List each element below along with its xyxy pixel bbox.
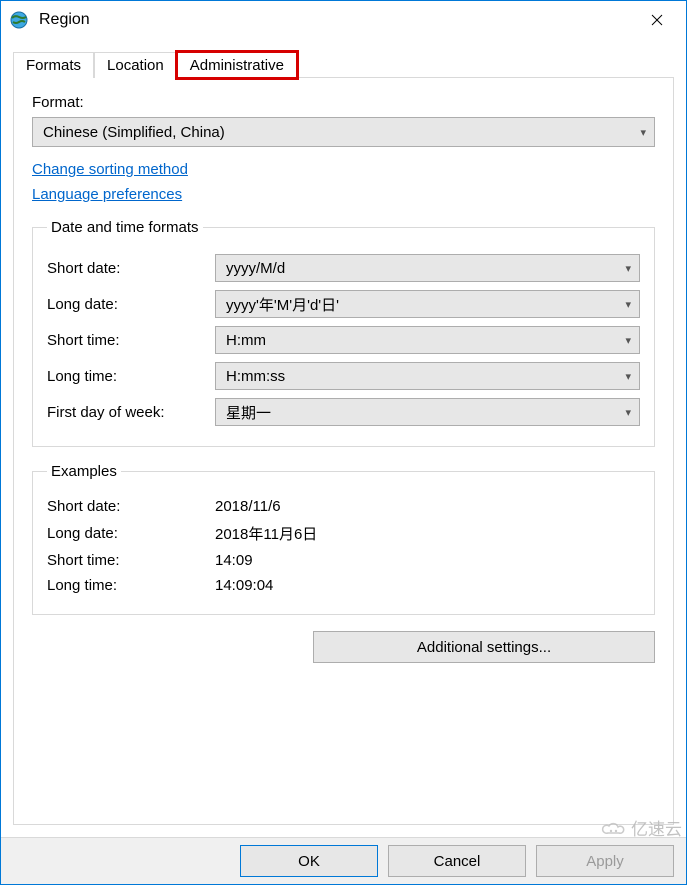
date-time-formats-group: Date and time formats Short date: yyyy/M…: [32, 219, 655, 447]
ok-button[interactable]: OK: [240, 845, 378, 877]
example-long-date-value: 2018年11月6日: [215, 523, 640, 544]
tab-bar: Formats Location Administrative: [13, 47, 674, 77]
example-short-time-value: 14:09: [215, 552, 640, 569]
short-date-value: yyyy/M/d: [226, 260, 285, 277]
tab-formats[interactable]: Formats: [13, 52, 94, 78]
chevron-down-icon: ▾: [625, 406, 631, 419]
globe-icon: [9, 10, 29, 30]
tab-location[interactable]: Location: [94, 52, 177, 78]
dialog-footer: OK Cancel Apply: [1, 837, 686, 884]
dialog-body: Formats Location Administrative Format: …: [1, 39, 686, 837]
example-short-date-label: Short date:: [47, 498, 215, 515]
chevron-down-icon: ▾: [625, 298, 631, 311]
examples-legend: Examples: [47, 463, 121, 480]
examples-group: Examples Short date: 2018/11/6 Long date…: [32, 463, 655, 615]
format-dropdown[interactable]: Chinese (Simplified, China) ▾: [32, 117, 655, 147]
format-dropdown-value: Chinese (Simplified, China): [43, 124, 225, 141]
long-time-value: H:mm:ss: [226, 368, 285, 385]
short-time-label: Short time:: [47, 332, 215, 349]
example-short-time-label: Short time:: [47, 552, 215, 569]
apply-button[interactable]: Apply: [536, 845, 674, 877]
format-label: Format:: [32, 94, 655, 111]
first-day-value: 星期一: [226, 402, 271, 423]
first-day-label: First day of week:: [47, 404, 215, 421]
date-time-formats-legend: Date and time formats: [47, 219, 203, 236]
first-day-dropdown[interactable]: 星期一 ▾: [215, 398, 640, 426]
close-button[interactable]: [634, 4, 680, 36]
additional-settings-button[interactable]: Additional settings...: [313, 631, 655, 663]
language-preferences-link[interactable]: Language preferences: [32, 186, 182, 203]
long-date-dropdown[interactable]: yyyy'年'M'月'd'日' ▾: [215, 290, 640, 318]
example-long-time-label: Long time:: [47, 577, 215, 594]
window-title: Region: [39, 11, 90, 29]
short-time-dropdown[interactable]: H:mm ▾: [215, 326, 640, 354]
example-long-time-value: 14:09:04: [215, 577, 640, 594]
example-long-date-label: Long date:: [47, 525, 215, 542]
long-date-label: Long date:: [47, 296, 215, 313]
short-date-label: Short date:: [47, 260, 215, 277]
cancel-button[interactable]: Cancel: [388, 845, 526, 877]
long-time-dropdown[interactable]: H:mm:ss ▾: [215, 362, 640, 390]
example-short-date-value: 2018/11/6: [215, 498, 640, 515]
long-date-value: yyyy'年'M'月'd'日': [226, 294, 339, 315]
region-dialog: Region Formats Location Administrative F…: [0, 0, 687, 885]
chevron-down-icon: ▾: [625, 334, 631, 347]
short-time-value: H:mm: [226, 332, 266, 349]
formats-panel: Format: Chinese (Simplified, China) ▾ Ch…: [13, 77, 674, 825]
tab-administrative[interactable]: Administrative: [177, 52, 297, 78]
short-date-dropdown[interactable]: yyyy/M/d ▾: [215, 254, 640, 282]
long-time-label: Long time:: [47, 368, 215, 385]
change-sorting-link[interactable]: Change sorting method: [32, 161, 188, 178]
chevron-down-icon: ▾: [625, 370, 631, 383]
chevron-down-icon: ▾: [640, 126, 646, 139]
titlebar: Region: [1, 1, 686, 39]
chevron-down-icon: ▾: [625, 262, 631, 275]
close-icon: [651, 14, 663, 26]
